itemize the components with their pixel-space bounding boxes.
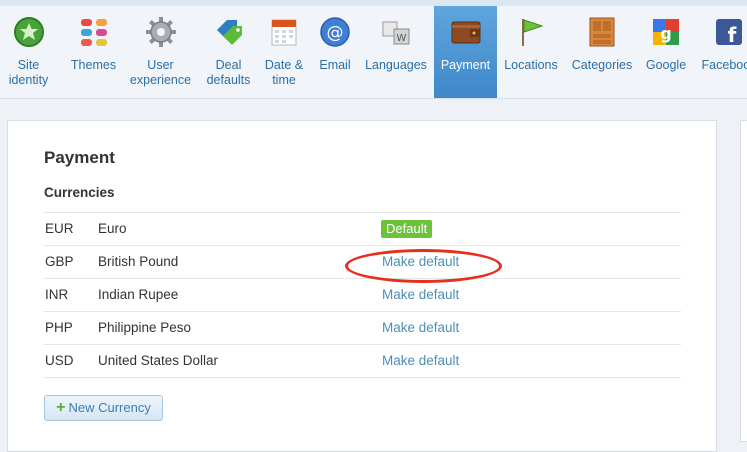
tab-payment[interactable]: Payment xyxy=(434,6,497,98)
facebook-icon: f xyxy=(716,19,742,47)
currency-table: EUR Euro Default GBP British Pound Make … xyxy=(43,212,681,378)
at-icon: @ xyxy=(320,17,350,47)
tab-site-identity[interactable]: Site identity xyxy=(0,6,57,98)
currency-name: Philippine Peso xyxy=(98,320,192,335)
settings-toolbar: Site identity Themes User experience Dea… xyxy=(0,6,747,99)
make-default-link-php[interactable]: Make default xyxy=(382,320,459,335)
svg-text:f: f xyxy=(728,23,737,47)
currency-code: PHP xyxy=(45,320,73,335)
currency-name: Euro xyxy=(98,221,127,236)
currency-row-eur: EUR Euro Default xyxy=(43,213,681,246)
tab-date-time[interactable]: Date & time xyxy=(258,6,310,98)
languages-icon: W xyxy=(382,21,410,45)
tab-google[interactable]: g Google xyxy=(641,6,691,98)
themes-icon xyxy=(80,19,107,46)
tab-languages[interactable]: W Languages xyxy=(362,6,430,98)
side-panel xyxy=(740,120,747,442)
new-currency-button[interactable]: + New Currency xyxy=(44,395,163,421)
tags-icon xyxy=(216,20,242,45)
make-default-link-inr[interactable]: Make default xyxy=(382,287,459,302)
currency-row-gbp: GBP British Pound Make default xyxy=(43,246,681,279)
tab-categories[interactable]: Categories xyxy=(570,6,634,98)
tab-themes[interactable]: Themes xyxy=(65,6,122,98)
tab-user-experience[interactable]: User experience xyxy=(128,6,193,98)
cabinet-icon xyxy=(589,17,615,47)
plus-icon: + xyxy=(56,399,66,416)
currency-code: EUR xyxy=(45,221,74,236)
site-identity-icon xyxy=(13,17,44,47)
svg-text:g: g xyxy=(660,24,671,43)
currency-row-php: PHP Philippine Peso Make default xyxy=(43,312,681,345)
flag-icon xyxy=(522,19,544,46)
currency-row-inr: INR Indian Rupee Make default xyxy=(43,279,681,312)
make-default-link-usd[interactable]: Make default xyxy=(382,353,459,368)
section-title: Currencies xyxy=(44,185,115,200)
calendar-icon xyxy=(271,19,297,46)
currency-code: INR xyxy=(45,287,69,302)
svg-text:@: @ xyxy=(327,23,344,43)
tab-email[interactable]: @ Email xyxy=(311,6,359,98)
tab-deal-defaults[interactable]: Deal defaults xyxy=(200,6,257,98)
default-badge: Default xyxy=(381,220,433,238)
currency-name: United States Dollar xyxy=(98,353,219,368)
currency-name: Indian Rupee xyxy=(98,287,179,302)
page-title: Payment xyxy=(44,148,115,167)
currency-name: British Pound xyxy=(98,254,179,269)
tab-locations[interactable]: Locations xyxy=(501,6,561,98)
new-currency-label: New Currency xyxy=(68,400,151,415)
make-default-link-gbp[interactable]: Make default xyxy=(382,254,459,269)
currency-row-usd: USD United States Dollar Make default xyxy=(43,345,681,378)
tab-facebook[interactable]: f Facebook xyxy=(698,6,747,98)
currency-code: USD xyxy=(45,353,74,368)
gear-icon xyxy=(145,17,176,47)
wallet-icon xyxy=(451,21,480,44)
currency-code: GBP xyxy=(45,254,74,269)
google-icon: g xyxy=(653,19,679,45)
svg-text:W: W xyxy=(397,33,407,44)
payment-panel: Payment Currencies EUR Euro Default GBP … xyxy=(7,120,717,452)
